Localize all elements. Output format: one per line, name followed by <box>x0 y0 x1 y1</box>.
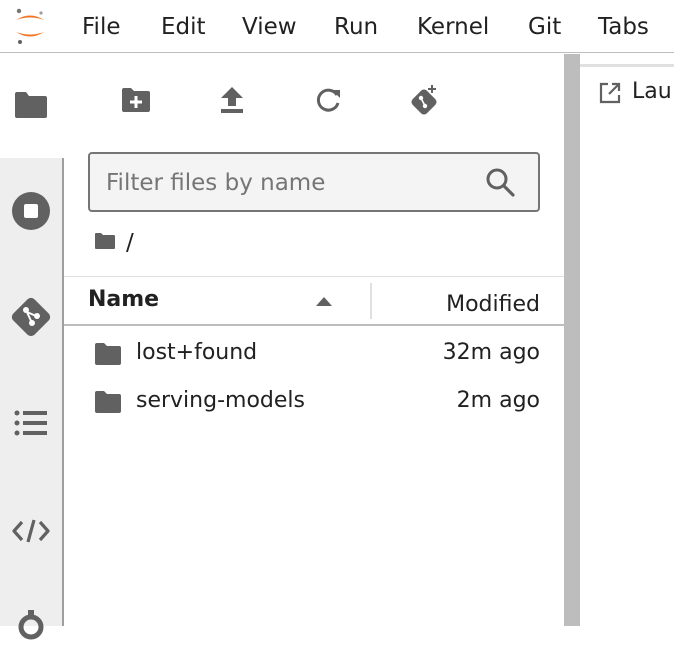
git-clone-button[interactable] <box>404 80 444 120</box>
file-name: lost+found <box>136 340 258 365</box>
filter-files-input[interactable] <box>104 164 478 202</box>
tab-launcher[interactable]: Lau <box>580 64 674 132</box>
menu-view[interactable]: View <box>242 12 297 42</box>
column-header-name[interactable]: Name <box>88 287 159 312</box>
file-modified: 32m ago <box>442 340 540 365</box>
file-name: serving-models <box>136 388 305 413</box>
stop-circle-icon[interactable] <box>8 188 54 234</box>
folder-icon[interactable] <box>8 82 54 128</box>
menu-file[interactable]: File <box>82 12 121 42</box>
activity-bar <box>0 54 64 640</box>
activity-bar-active-area <box>0 54 64 158</box>
file-modified: 2m ago <box>456 388 540 413</box>
panel-splitter[interactable] <box>564 54 580 626</box>
column-header-modified[interactable]: Modified <box>446 292 540 317</box>
new-folder-icon <box>122 88 150 112</box>
file-row[interactable]: serving-models 2m ago <box>64 378 564 426</box>
folder-icon <box>95 343 121 365</box>
file-list-header: Name Modified <box>64 276 564 326</box>
launch-icon <box>599 82 621 104</box>
tab-bar: Lau <box>580 54 674 132</box>
filter-box <box>88 152 540 212</box>
menu-git[interactable]: Git <box>528 12 561 42</box>
menu-tabs[interactable]: Tabs <box>598 12 649 42</box>
upload-button[interactable] <box>212 80 252 120</box>
breadcrumb-path[interactable]: / <box>126 230 134 256</box>
search-icon <box>486 168 515 197</box>
menu-run[interactable]: Run <box>334 12 378 42</box>
menu-kernel[interactable]: Kernel <box>417 12 489 42</box>
file-row[interactable]: lost+found 32m ago <box>64 330 564 378</box>
sort-ascending-icon <box>316 297 332 306</box>
activity-bar-tabs <box>0 158 64 640</box>
list-icon[interactable] <box>8 400 54 446</box>
gear-icon[interactable] <box>8 604 54 650</box>
jupyter-logo-icon[interactable] <box>12 6 48 46</box>
folder-icon <box>95 391 121 413</box>
git-clone-icon <box>411 85 437 115</box>
file-browser: / Name Modified lost+found 32m ago servi… <box>64 54 564 626</box>
breadcrumb: / <box>94 228 134 258</box>
new-folder-button[interactable] <box>116 80 156 120</box>
tab-label: Lau <box>632 79 672 104</box>
menu-edit[interactable]: Edit <box>161 12 206 42</box>
main-dock-area: Lau <box>580 54 674 626</box>
refresh-icon <box>316 88 340 112</box>
home-folder-icon[interactable] <box>94 232 116 254</box>
code-icon[interactable] <box>8 508 54 554</box>
upload-icon <box>221 87 243 113</box>
git-icon[interactable] <box>8 294 54 340</box>
refresh-button[interactable] <box>308 80 348 120</box>
menu-bar: File Edit View Run Kernel Git Tabs <box>0 0 674 53</box>
column-divider[interactable] <box>370 283 372 319</box>
